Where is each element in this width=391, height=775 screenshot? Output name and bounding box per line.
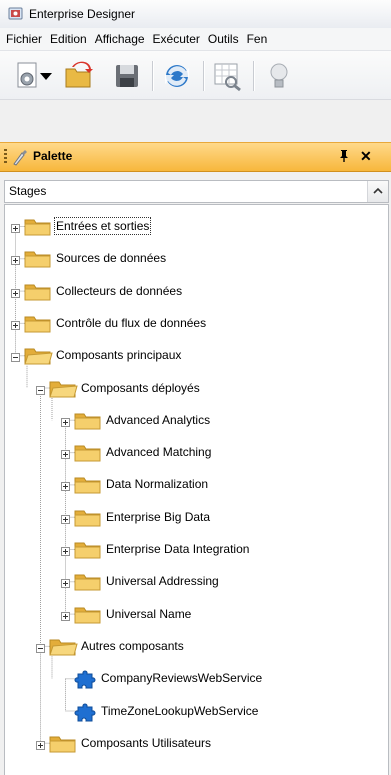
menu-fichier[interactable]: Fichier bbox=[0, 28, 46, 50]
tree-item-label: Advanced Matching bbox=[106, 445, 212, 460]
tree-item-label: Enterprise Big Data bbox=[106, 509, 211, 524]
stages-tree: Entrées et sorties Sources de données Coll… bbox=[4, 204, 389, 775]
folder-icon bbox=[73, 473, 103, 495]
menu-executer[interactable]: Exécuter bbox=[149, 28, 204, 50]
menu-outils[interactable]: Outils bbox=[204, 28, 243, 50]
app-icon bbox=[8, 7, 23, 20]
tree-folder-item[interactable]: Sources de données bbox=[5, 247, 388, 271]
folder-icon bbox=[73, 409, 103, 431]
tree-leaf-item[interactable]: CompanyReviewsWebService bbox=[5, 667, 388, 691]
expand-toggle-icon[interactable] bbox=[61, 610, 70, 621]
tree-folder-item[interactable]: Composants Utilisateurs bbox=[5, 732, 388, 756]
menu-bar: Fichier Edition Affichage Exécuter Outils Fen bbox=[0, 28, 391, 51]
tree-leaf-item[interactable]: TimeZoneLookupWebService bbox=[5, 700, 388, 724]
pin-icon[interactable] bbox=[338, 149, 350, 163]
menu-edition[interactable]: Edition bbox=[46, 28, 91, 50]
folder-icon bbox=[73, 441, 103, 463]
collapse-toggle-icon[interactable] bbox=[36, 642, 45, 653]
folder-icon bbox=[23, 280, 53, 302]
tree-item-label: Entrées et sorties bbox=[53, 217, 152, 235]
collapse-chevron-up-icon[interactable] bbox=[367, 181, 388, 202]
tree-folder-item[interactable]: Collecteurs de données bbox=[5, 280, 388, 304]
palette-header: Palette ✕ bbox=[0, 142, 391, 172]
tree-folder-item[interactable]: Autres composants bbox=[5, 635, 388, 659]
dropdown-arrow-icon[interactable] bbox=[36, 59, 56, 93]
tree-folder-item[interactable]: Contrôle du flux de données bbox=[5, 312, 388, 336]
folder-icon bbox=[48, 732, 78, 754]
expand-toggle-icon[interactable] bbox=[61, 545, 70, 556]
expand-toggle-icon[interactable] bbox=[61, 416, 70, 427]
expand-toggle-icon[interactable] bbox=[11, 287, 20, 298]
expand-toggle-icon[interactable] bbox=[11, 319, 20, 330]
tree-item-label: Advanced Analytics bbox=[106, 412, 211, 427]
tree-item-label: TimeZoneLookupWebService bbox=[101, 703, 259, 718]
expand-toggle-icon[interactable] bbox=[61, 577, 70, 589]
expand-toggle-icon[interactable] bbox=[61, 448, 70, 460]
folder-icon bbox=[23, 215, 53, 237]
expand-toggle-icon[interactable] bbox=[61, 513, 70, 524]
open-folder-icon[interactable] bbox=[62, 59, 96, 93]
open-folder-icon bbox=[48, 635, 78, 657]
open-folder-icon bbox=[48, 377, 78, 399]
tree-folder-item[interactable]: Data Normalization bbox=[5, 473, 388, 497]
tree-folder-item[interactable]: Advanced Matching bbox=[5, 441, 388, 465]
save-disk-icon[interactable] bbox=[110, 59, 144, 93]
tree-folder-item[interactable]: Advanced Analytics bbox=[5, 409, 388, 433]
puzzle-piece-icon bbox=[73, 667, 99, 691]
expand-toggle-icon[interactable] bbox=[36, 739, 45, 750]
folder-icon bbox=[23, 312, 53, 334]
toolbar-separator bbox=[203, 61, 205, 91]
tree-folder-item[interactable]: Enterprise Big Data bbox=[5, 506, 388, 530]
menu-affichage[interactable]: Affichage bbox=[91, 28, 149, 50]
lightbulb-icon[interactable] bbox=[262, 59, 296, 93]
puzzle-piece-icon bbox=[73, 700, 99, 724]
tree-folder-item[interactable]: Universal Name bbox=[5, 603, 388, 627]
tree-item-label: CompanyReviewsWebService bbox=[101, 671, 263, 686]
tree-item-label: Contrôle du flux de données bbox=[56, 315, 207, 330]
menu-fenetre[interactable]: Fen bbox=[243, 28, 272, 50]
expand-toggle-icon[interactable] bbox=[11, 254, 20, 266]
open-folder-icon bbox=[23, 344, 53, 366]
tree-folder-item[interactable]: Universal Addressing bbox=[5, 570, 388, 594]
toolbar-separator bbox=[253, 61, 255, 91]
stages-dropdown[interactable]: Stages bbox=[4, 180, 389, 203]
palette-title: Palette bbox=[33, 149, 73, 163]
collapse-toggle-icon[interactable] bbox=[11, 351, 20, 363]
refresh-globe-icon[interactable] bbox=[160, 59, 194, 93]
expand-toggle-icon[interactable] bbox=[61, 480, 70, 492]
tree-item-label: Composants déployés bbox=[81, 380, 200, 395]
tree-item-label: Universal Addressing bbox=[106, 574, 219, 589]
folder-icon bbox=[73, 570, 103, 592]
folder-icon bbox=[73, 538, 103, 560]
tree-item-label: Autres composants bbox=[81, 638, 184, 653]
folder-icon bbox=[73, 603, 103, 625]
tree-item-label: Composants Utilisateurs bbox=[81, 735, 212, 750]
title-bar: Enterprise Designer bbox=[0, 0, 391, 29]
window-title: Enterprise Designer bbox=[29, 7, 136, 21]
toolbar-separator bbox=[152, 61, 154, 91]
tree-folder-item[interactable]: Composants déployés bbox=[5, 377, 388, 401]
close-icon[interactable]: ✕ bbox=[360, 149, 372, 163]
tree-item-label: Data Normalization bbox=[106, 477, 209, 492]
stages-label: Stages bbox=[9, 184, 47, 198]
tree-folder-item[interactable]: Entrées et sorties bbox=[5, 215, 388, 239]
tree-item-label: Enterprise Data Integration bbox=[106, 542, 250, 556]
tree-item-label: Composants principaux bbox=[56, 348, 182, 363]
tree-item-label: Collecteurs de données bbox=[56, 283, 183, 298]
tree-item-label: Sources de données bbox=[56, 251, 167, 266]
palette-brush-icon bbox=[13, 150, 27, 166]
inspect-grid-icon[interactable] bbox=[210, 59, 244, 93]
expand-toggle-icon[interactable] bbox=[11, 222, 20, 233]
drag-grip-icon[interactable] bbox=[4, 149, 7, 165]
tree-folder-item[interactable]: Enterprise Data Integration bbox=[5, 538, 388, 562]
toolbar bbox=[0, 51, 391, 100]
tree-item-label: Universal Name bbox=[106, 606, 192, 621]
tree-folder-item[interactable]: Composants principaux bbox=[5, 344, 388, 368]
folder-icon bbox=[23, 247, 53, 269]
collapse-toggle-icon[interactable] bbox=[36, 384, 45, 395]
folder-icon bbox=[73, 506, 103, 528]
